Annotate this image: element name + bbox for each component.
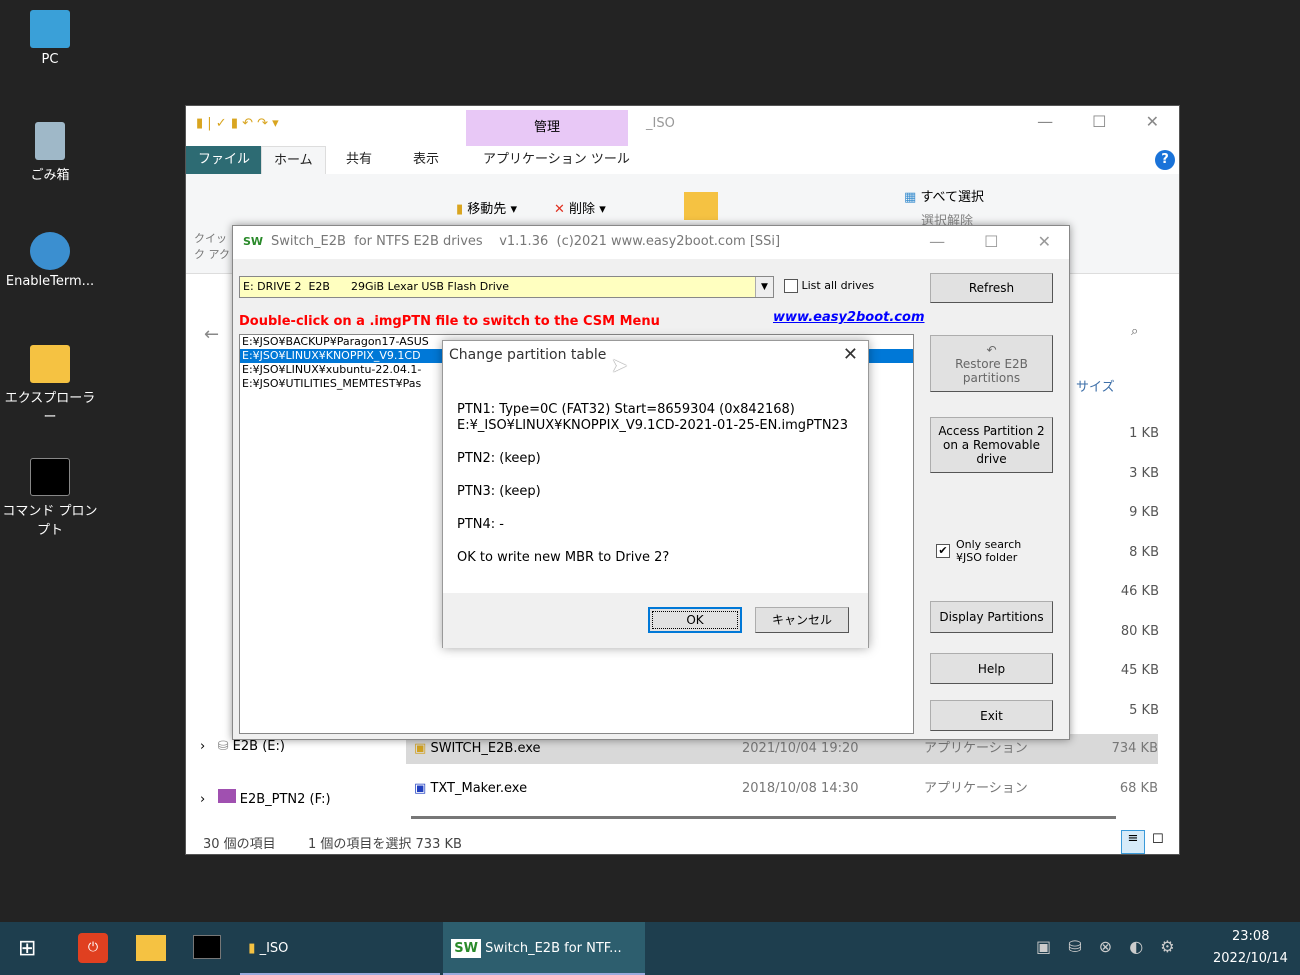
restore-partitions-button[interactable]: ↶ Restore E2B partitions bbox=[930, 335, 1053, 392]
tab-view[interactable]: 表示 bbox=[401, 146, 451, 174]
cancel-button[interactable]: キャンセル bbox=[755, 607, 849, 633]
refresh-button[interactable]: Refresh bbox=[930, 273, 1053, 303]
file-size: 45 KB bbox=[1120, 663, 1159, 678]
ptn1-file: E:¥_ISO¥LINUX¥KNOPPIX_V9.1CD-2021-01-25-… bbox=[457, 418, 849, 433]
only-search-checkbox[interactable]: ✔ Only search ¥JSO folder bbox=[936, 538, 1036, 564]
exit-button[interactable]: Exit bbox=[930, 700, 1053, 731]
taskbar-item-switch-e2b[interactable]: SW Switch_E2B for NTF... bbox=[443, 922, 645, 975]
terminal-icon bbox=[30, 458, 70, 496]
file-explorer-icon[interactable] bbox=[136, 935, 166, 961]
drive-icon bbox=[217, 789, 236, 803]
globe-icon bbox=[30, 232, 70, 270]
size-column-header[interactable]: サイズ bbox=[1076, 376, 1115, 395]
desktop-icon-enableterm[interactable]: EnableTerm... bbox=[0, 232, 100, 289]
taskbar-item-iso[interactable]: ▮ _ISO bbox=[240, 922, 440, 975]
help-button[interactable]: Help bbox=[930, 653, 1053, 684]
start-button[interactable]: ⊞ bbox=[18, 936, 36, 961]
ptn3-line: PTN3: (keep) bbox=[457, 484, 541, 499]
cmd-icon[interactable] bbox=[193, 935, 221, 959]
monitor-icon bbox=[30, 10, 70, 48]
pin-label[interactable]: クイック アクセスにピン bbox=[194, 230, 234, 260]
window-title: _ISO bbox=[646, 116, 675, 131]
change-partition-dialog: Change partition table ✕ ➤ PTN1: Type=0C… bbox=[442, 340, 869, 648]
status-selected: 1 個の項目を選択 733 KB bbox=[308, 837, 462, 852]
file-size: 80 KB bbox=[1120, 623, 1159, 639]
confirm-question: OK to write new MBR to Drive 2? bbox=[457, 550, 670, 565]
access-partition-button[interactable]: Access Partition 2 on a Removable drive bbox=[930, 417, 1053, 473]
delete-icon: ✕ bbox=[554, 202, 565, 217]
tab-home[interactable]: ホーム bbox=[261, 146, 326, 174]
folder-icon: ▮ bbox=[248, 941, 256, 956]
window-controls[interactable]: — ☐ ✕ bbox=[929, 232, 1051, 251]
title-bar: SW Switch_E2B for NTFS E2B drives v1.1.3… bbox=[233, 226, 1069, 259]
context-tab-manage[interactable]: 管理 bbox=[466, 110, 628, 146]
search-icon[interactable]: ⌕ bbox=[1131, 324, 1138, 339]
nav-item-e2b[interactable]: › ⛁ E2B (E:) bbox=[200, 739, 285, 754]
file-size: 3 KB bbox=[1129, 465, 1159, 481]
e2b-icon: ▣ bbox=[414, 781, 427, 796]
list-all-drives-checkbox[interactable]: List all drives bbox=[784, 279, 874, 293]
tab-share[interactable]: 共有 bbox=[334, 146, 384, 174]
move-to-button[interactable]: ▮ 移動先 ▾ bbox=[456, 198, 517, 217]
ptn1-line: PTN1: Type=0C (FAT32) Start=8659304 (0x8… bbox=[457, 402, 795, 417]
undo-icon: ↶ bbox=[986, 342, 997, 357]
close-icon[interactable]: ✕ bbox=[843, 344, 858, 365]
folder-icon bbox=[30, 345, 70, 383]
app-icon: ▣ bbox=[414, 741, 427, 756]
tray-icons[interactable]: ▣ ⛁ ⊗ ◐ ⚙ bbox=[1036, 937, 1175, 956]
dialog-title: Change partition table bbox=[449, 347, 607, 363]
details-view-icon[interactable]: ≡ bbox=[1121, 830, 1145, 854]
instruction-text: Double-click on a .imgPTN file to switch… bbox=[239, 314, 660, 329]
desktop-icon-recycle-bin[interactable]: ごみ箱 bbox=[0, 122, 100, 183]
app-logo: SW bbox=[243, 235, 264, 248]
drive-select[interactable]: E: DRIVE 2 E2B 29GiB Lexar USB Flash Dri… bbox=[239, 276, 774, 298]
ptn2-line: PTN2: (keep) bbox=[457, 451, 541, 466]
power-app-icon[interactable]: ⏻ bbox=[78, 933, 108, 963]
delete-button[interactable]: ✕ 削除 ▾ bbox=[554, 198, 606, 217]
nav-item-e2b-ptn2[interactable]: › E2B_PTN2 (F:) bbox=[200, 789, 331, 807]
tab-file[interactable]: ファイル bbox=[186, 146, 263, 174]
select-all-button[interactable]: ▦ すべて選択 bbox=[904, 186, 984, 205]
help-icon[interactable]: ? bbox=[1155, 150, 1175, 170]
recycle-bin-icon bbox=[35, 122, 65, 160]
display-partitions-button[interactable]: Display Partitions bbox=[930, 601, 1053, 633]
ptn4-line: PTN4: - bbox=[457, 517, 504, 532]
desktop-icon-pc[interactable]: PC bbox=[0, 10, 100, 67]
clock-date[interactable]: 2022/10/14 bbox=[1213, 951, 1288, 966]
file-size: 5 KB bbox=[1129, 702, 1159, 718]
window-controls[interactable]: — ☐ ✕ bbox=[1037, 112, 1159, 131]
file-size: 9 KB bbox=[1129, 505, 1159, 520]
tab-app-tools[interactable]: アプリケーション ツール bbox=[471, 146, 642, 174]
desktop-icon-explorer[interactable]: エクスプローラー bbox=[0, 345, 100, 425]
usb-drive-icon: ⛁ bbox=[217, 739, 229, 754]
file-size: 1 KB bbox=[1129, 426, 1159, 441]
window-title: Switch_E2B for NTFS E2B drives v1.1.36 (… bbox=[271, 234, 781, 249]
file-row[interactable]: ▣ TXT_Maker.exe 2018/10/08 14:30 アプリケーショ… bbox=[406, 774, 1158, 804]
status-count: 30 個の項目 bbox=[203, 837, 276, 852]
desktop-icon-cmd[interactable]: コマンド プロンプト bbox=[0, 458, 100, 538]
mouse-cursor-icon: ➤ bbox=[611, 353, 628, 377]
file-size: 46 KB bbox=[1120, 584, 1159, 599]
new-folder-icon[interactable] bbox=[684, 192, 718, 220]
chevron-down-icon: ▼ bbox=[755, 277, 773, 297]
back-icon[interactable]: ← bbox=[204, 324, 219, 345]
easy2boot-link[interactable]: www.easy2boot.com bbox=[773, 310, 925, 325]
file-size: 8 KB bbox=[1129, 544, 1159, 560]
sw-logo-icon: SW bbox=[451, 939, 481, 958]
horizontal-scrollbar[interactable] bbox=[411, 816, 1116, 819]
large-icons-view-icon[interactable]: ☐ bbox=[1152, 832, 1164, 847]
clock-time[interactable]: 23:08 bbox=[1232, 929, 1269, 944]
ok-button[interactable]: OK bbox=[648, 607, 742, 633]
taskbar: ⊞ ⏻ ▮ _ISO SW Switch_E2B for NTF... ▣ ⛁ … bbox=[0, 922, 1300, 975]
quick-access-toolbar: ▮ | ✓ ▮ ↶ ↷ ▾ bbox=[196, 116, 279, 131]
